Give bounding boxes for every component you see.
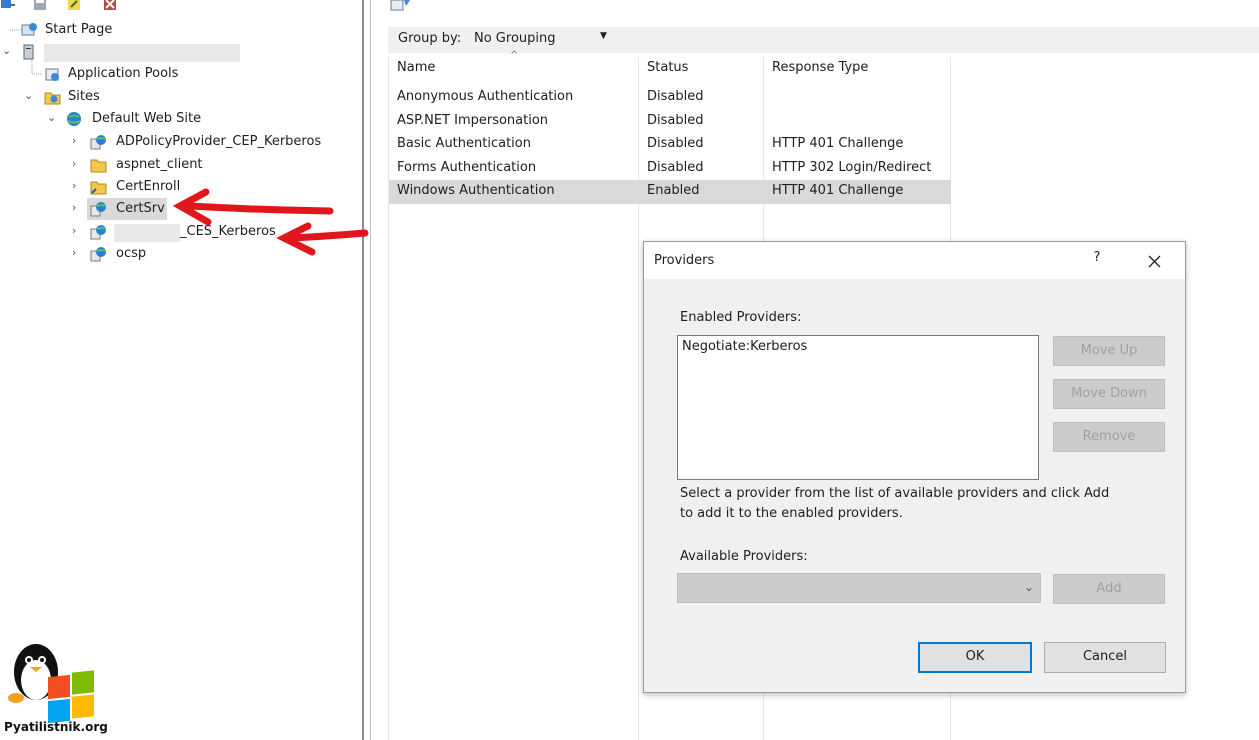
cell-name: Windows Authentication [397, 183, 555, 198]
web-app-icon [90, 135, 106, 150]
cell-status: Disabled [647, 160, 704, 175]
help-button[interactable]: ? [1090, 250, 1104, 265]
group-by-label: Group by: [398, 31, 462, 46]
chevron-down-icon[interactable]: ⌄ [24, 90, 33, 101]
column-header-status[interactable]: Status [647, 60, 688, 75]
chevron-down-icon[interactable]: ⌄ [1024, 580, 1034, 594]
start-page-icon [21, 23, 37, 36]
feature-icon [390, 0, 410, 11]
pane-border [370, 0, 371, 740]
available-providers-label: Available Providers: [680, 549, 808, 564]
cell-name: Basic Authentication [397, 136, 531, 151]
pane-splitter[interactable] [362, 0, 364, 740]
cell-name: Anonymous Authentication [397, 89, 574, 104]
tree-label-child: CertSrv [116, 201, 165, 216]
group-by-dropdown[interactable]: No Grouping [474, 31, 556, 46]
cell-response: HTTP 401 Challenge [772, 136, 904, 151]
globe-icon [67, 112, 81, 126]
web-app-icon [90, 202, 106, 217]
tree-label-child: _CES_Kerberos [180, 224, 276, 239]
cell-status: Disabled [647, 136, 704, 151]
virtual-directory-icon [90, 181, 107, 195]
close-icon[interactable] [1144, 250, 1166, 272]
table-row-selected[interactable]: Windows Authentication Enabled HTTP 401 … [389, 180, 951, 204]
redacted-site-prefix [114, 224, 180, 242]
connections-pane: Start Page ⌄ Application Pools ⌄ Sites ⌄… [0, 0, 362, 740]
chevron-right-icon[interactable]: › [72, 158, 80, 169]
available-providers-combo[interactable]: ⌄ [677, 573, 1041, 603]
ok-button[interactable]: OK [918, 642, 1032, 673]
server-icon [23, 44, 34, 60]
column-header-response-type[interactable]: Response Type [772, 60, 868, 75]
table-row[interactable]: Basic Authentication Disabled HTTP 401 C… [389, 133, 951, 155]
dialog-title: Providers [654, 253, 715, 268]
group-by-bar: Group by: No Grouping ▼ [388, 27, 1259, 53]
cell-status: Disabled [647, 89, 704, 104]
cell-name: Forms Authentication [397, 160, 537, 175]
dialog-body: Enabled Providers: Negotiate:Kerberos Mo… [644, 279, 1185, 692]
enabled-providers-list[interactable]: Negotiate:Kerberos [677, 335, 1039, 480]
tree-item-site-child[interactable]: › CertSrv [0, 198, 172, 220]
move-up-button[interactable]: Move Up [1053, 336, 1165, 366]
table-row[interactable]: Anonymous Authentication Disabled [389, 86, 951, 108]
list-item[interactable]: Negotiate:Kerberos [682, 339, 807, 354]
chevron-right-icon[interactable]: › [72, 180, 80, 191]
dropdown-arrow-icon[interactable]: ▼ [600, 31, 607, 41]
column-header-name[interactable]: Name [397, 60, 435, 75]
chevron-right-icon[interactable]: › [72, 225, 80, 236]
sites-folder-icon [44, 92, 61, 105]
tree-label-child: aspnet_client [116, 157, 203, 172]
chevron-right-icon[interactable]: › [72, 247, 80, 258]
tree-label-default-web-site: Default Web Site [92, 111, 202, 126]
web-app-icon [90, 247, 106, 262]
folder-icon [90, 159, 107, 173]
tree-label-sites: Sites [68, 89, 100, 104]
tree-label-child: ADPolicyProvider_CEP_Kerberos [116, 134, 322, 149]
hint-text-line1: Select a provider from the list of avail… [680, 486, 1110, 501]
chevron-down-icon[interactable]: ⌄ [2, 45, 11, 56]
watermark-text: Pyatilistnik.org [4, 720, 108, 734]
redacted-server-name [44, 44, 240, 62]
table-row[interactable]: Forms Authentication Disabled HTTP 302 L… [389, 157, 951, 179]
move-down-button[interactable]: Move Down [1053, 379, 1165, 409]
cell-name: ASP.NET Impersonation [397, 113, 549, 128]
tree-label-child: ocsp [116, 246, 147, 261]
tree-label-child: CertEnroll [116, 179, 181, 194]
application-pools-icon [45, 68, 59, 81]
cell-response: HTTP 401 Challenge [772, 183, 904, 198]
chevron-right-icon[interactable]: › [72, 202, 80, 213]
table-row[interactable]: ASP.NET Impersonation Disabled [389, 110, 951, 132]
enabled-providers-label: Enabled Providers: [680, 310, 802, 325]
sort-ascending-icon: ^ [510, 50, 519, 61]
remove-button[interactable]: Remove [1053, 422, 1165, 452]
hint-text-line2: to add it to the enabled providers. [680, 506, 903, 521]
add-button[interactable]: Add [1053, 574, 1165, 604]
cell-status: Enabled [647, 183, 700, 198]
cancel-button[interactable]: Cancel [1044, 642, 1166, 673]
chevron-right-icon[interactable]: › [72, 135, 80, 146]
cell-status: Disabled [647, 113, 704, 128]
tree-label-start-page: Start Page [45, 22, 113, 37]
chevron-down-icon[interactable]: ⌄ [47, 112, 56, 123]
providers-dialog: Providers ? Enabled Providers: Negotiate… [643, 241, 1186, 693]
cell-response: HTTP 302 Login/Redirect [772, 160, 932, 175]
web-app-icon [90, 225, 106, 240]
tree-label-application-pools: Application Pools [68, 66, 179, 81]
